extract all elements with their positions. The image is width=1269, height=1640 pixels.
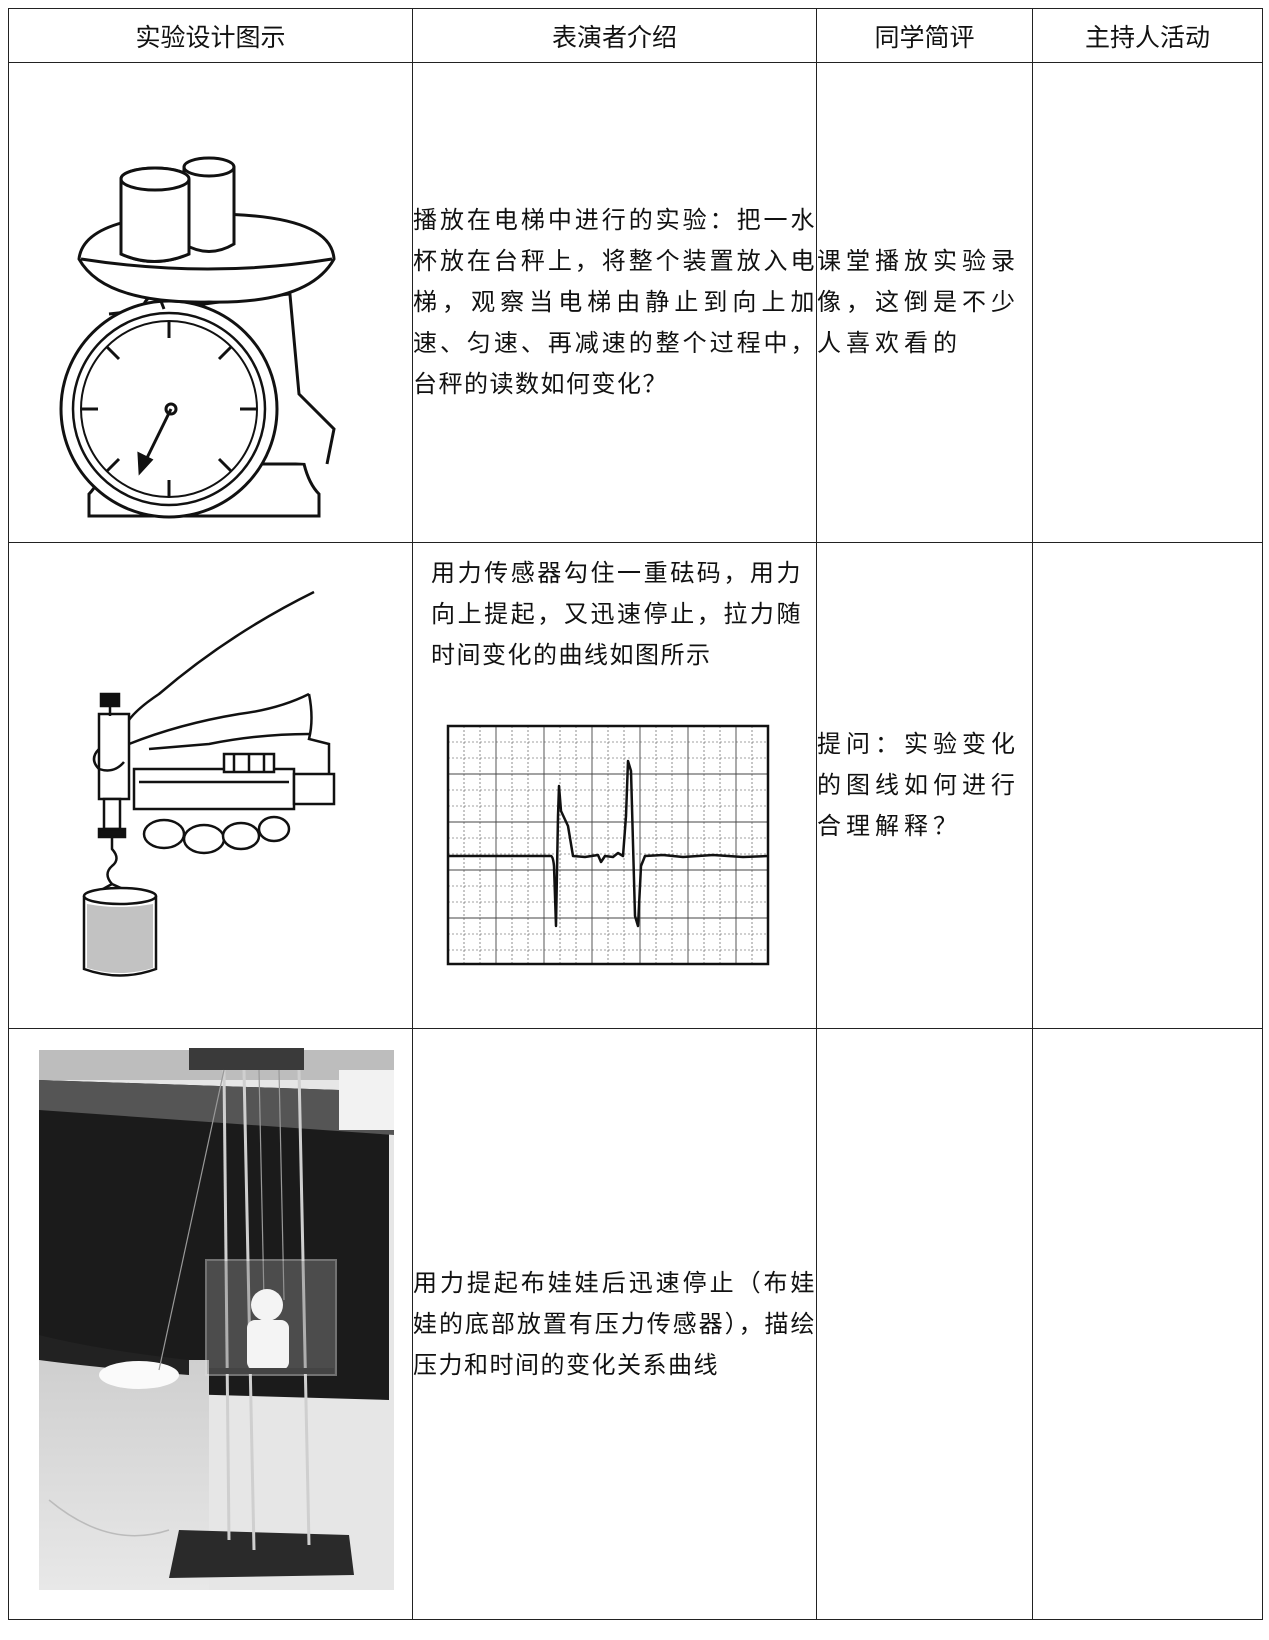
force-time-curve-graph-icon xyxy=(446,724,770,966)
row2-performer-cell: 用力传感器勾住一重砝码，用力向上提起，又迅速停止，拉力随时间变化的曲线如图所示 xyxy=(412,542,817,1029)
table-row: 用力传感器勾住一重砝码，用力向上提起，又迅速停止，拉力随时间变化的曲线如图所示 … xyxy=(8,542,1263,1029)
row1-figure-cell xyxy=(8,62,413,543)
hand-force-sensor-weight-icon xyxy=(82,590,336,977)
row1-student-comment: 课堂播放实验录像，这倒是不少人喜欢看的 xyxy=(816,62,1033,543)
row2-performer-intro: 用力传感器勾住一重砝码，用力向上提起，又迅速停止，拉力随时间变化的曲线如图所示 xyxy=(431,559,802,669)
experiment-table: 实验设计图示 表演者介绍 同学简评 主持人活动 播放在电梯中进行的实验：把一水杯… xyxy=(8,8,1263,1620)
row3-performer-intro: 用力提起布娃娃后迅速停止（布娃娃的底部放置有压力传感器），描绘压力和时间的变化关… xyxy=(412,1028,817,1620)
row3-figure-cell xyxy=(8,1028,413,1620)
header-row: 实验设计图示 表演者介绍 同学简评 主持人活动 xyxy=(8,8,1263,63)
row1-host-activity xyxy=(1032,62,1263,543)
row3-student-comment xyxy=(816,1028,1033,1620)
row2-figure-cell xyxy=(8,542,413,1029)
header-host-activity: 主持人活动 xyxy=(1032,8,1263,63)
table-row: 播放在电梯中进行的实验：把一水杯放在台秤上，将整个装置放入电梯，观察当电梯由静止… xyxy=(8,62,1263,543)
header-performer-intro: 表演者介绍 xyxy=(412,8,817,63)
row2-student-comment: 提问：实验变化的图线如何进行合理解释？ xyxy=(816,542,1033,1029)
header-student-comment: 同学简评 xyxy=(816,8,1033,63)
row2-host-activity xyxy=(1032,542,1263,1029)
row1-performer-intro: 播放在电梯中进行的实验：把一水杯放在台秤上，将整个装置放入电梯，观察当电梯由静止… xyxy=(412,62,817,543)
dial-scale-with-cups-icon xyxy=(59,156,336,518)
row3-host-activity xyxy=(1032,1028,1263,1620)
table-row: 用力提起布娃娃后迅速停止（布娃娃的底部放置有压力传感器），描绘压力和时间的变化关… xyxy=(8,1028,1263,1620)
doll-pressure-sensor-photo-icon xyxy=(39,1047,394,1590)
header-figure: 实验设计图示 xyxy=(8,8,413,63)
